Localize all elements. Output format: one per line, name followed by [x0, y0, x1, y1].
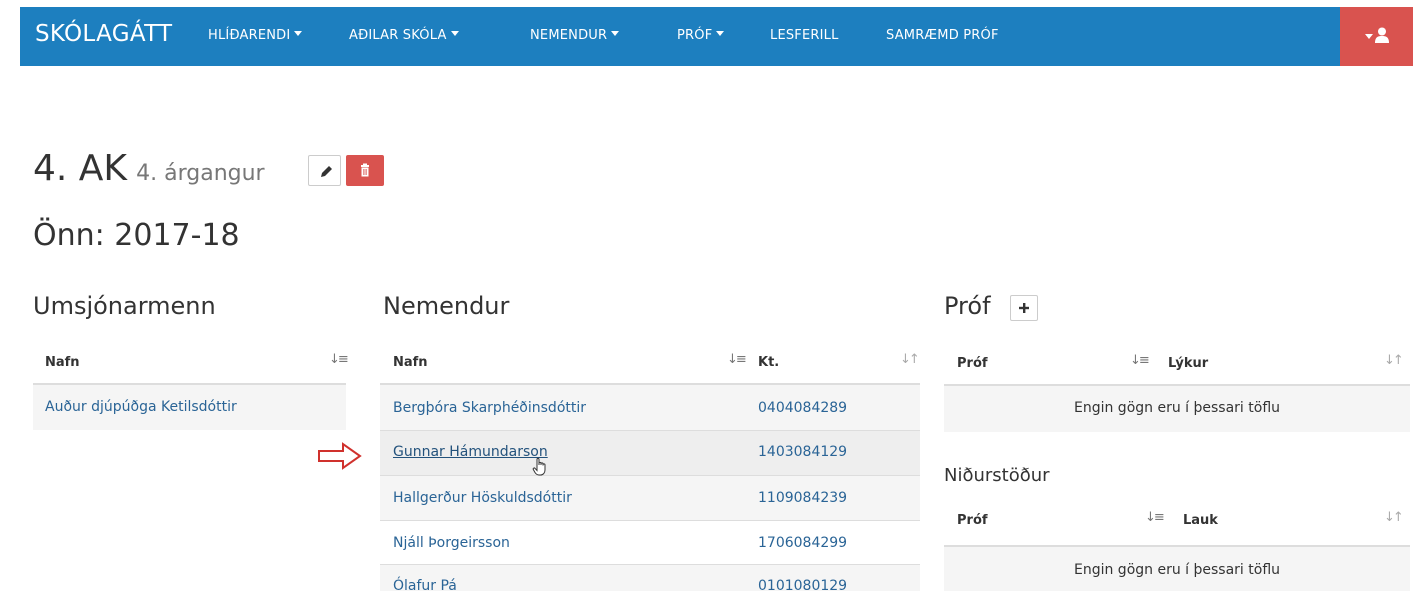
caret-down-icon: [450, 31, 459, 36]
plus-icon: [1019, 303, 1029, 313]
nav-nemendur[interactable]: NEMENDUR: [530, 28, 620, 43]
sort-both-icon[interactable]: ↓↑: [900, 352, 920, 367]
annotation-arrow-icon: [318, 442, 362, 470]
table-row-hover: Gunnar Hámundarson 1403084129: [380, 431, 920, 475]
student-kt[interactable]: 0101080129: [758, 578, 847, 594]
nav-prof-label: PRÓF: [677, 28, 713, 43]
exams-empty-message: Engin gögn eru í þessari töflu: [1073, 400, 1281, 416]
student-name-link[interactable]: Njáll Þorgeirsson: [393, 535, 510, 551]
brand-logo[interactable]: SKÓLAGÁTT: [35, 21, 172, 47]
students-col-name[interactable]: Nafn: [393, 355, 428, 370]
nav-samraemd-prof[interactable]: SAMRÆMD PRÓF: [886, 28, 999, 43]
results-col-finished[interactable]: Lauk: [1183, 513, 1218, 528]
sort-both-icon[interactable]: ↓↑: [1384, 510, 1404, 525]
exams-title: Próf: [944, 292, 991, 320]
student-name-link[interactable]: Bergþóra Skarphéðinsdóttir: [393, 400, 586, 416]
sort-asc-icon[interactable]: ↓≡: [727, 352, 747, 367]
sort-asc-icon[interactable]: ↓≡: [329, 352, 349, 367]
class-heading: 4. AK 4. árgangur: [33, 148, 265, 189]
exams-col-exam[interactable]: Próf: [957, 356, 988, 371]
nav-lesferill-label: LESFERILL: [770, 28, 839, 43]
class-name: 4. AK: [33, 148, 128, 189]
exams-col-ends[interactable]: Lýkur: [1168, 356, 1208, 371]
caret-down-icon: [611, 31, 620, 36]
user-menu-button[interactable]: [1340, 7, 1413, 66]
hand-cursor-icon: [532, 457, 546, 476]
student-kt[interactable]: 0404084289: [758, 400, 847, 416]
nav-nemendur-label: NEMENDUR: [530, 28, 608, 43]
student-kt[interactable]: 1706084299: [758, 535, 847, 551]
class-grade: 4. árgangur: [136, 161, 265, 186]
table-row-empty: Engin gögn eru í þessari töflu: [944, 547, 1410, 591]
user-icon: [1375, 27, 1389, 43]
edit-class-button[interactable]: [308, 155, 341, 186]
student-name-link[interactable]: Hallgerður Höskuldsdóttir: [393, 490, 572, 506]
trash-icon: [361, 163, 369, 177]
supervisors-col-name[interactable]: Nafn: [45, 355, 80, 370]
nav-lesferill[interactable]: LESFERILL: [770, 28, 839, 43]
delete-class-button[interactable]: [346, 155, 384, 186]
supervisors-title: Umsjónarmenn: [33, 292, 216, 320]
sort-asc-icon[interactable]: ↓≡: [1130, 353, 1150, 368]
nav-samraemd-prof-label: SAMRÆMD PRÓF: [886, 28, 999, 43]
student-kt[interactable]: 1403084129: [758, 444, 847, 460]
table-row: Ólafur Pá 0101080129: [380, 565, 920, 594]
caret-down-icon: [1365, 34, 1373, 39]
nav-hlidarendi-label: HLÍÐARENDI: [208, 28, 291, 43]
table-row: Hallgerður Höskuldsdóttir 1109084239: [380, 476, 920, 520]
top-navbar: SKÓLAGÁTT HLÍÐARENDI AÐILAR SKÓLA NEMEND…: [20, 7, 1413, 66]
nav-prof[interactable]: PRÓF: [677, 28, 725, 43]
student-name-link[interactable]: Ólafur Pá: [393, 578, 457, 594]
table-row: Bergþóra Skarphéðinsdóttir 0404084289: [380, 385, 920, 430]
caret-down-icon: [716, 31, 725, 36]
table-row-empty: Engin gögn eru í þessari töflu: [944, 386, 1410, 432]
students-title: Nemendur: [383, 292, 510, 320]
sort-both-icon[interactable]: ↓↑: [1384, 353, 1404, 368]
student-name-link[interactable]: Gunnar Hámundarson: [393, 444, 548, 460]
nav-adilar-skola[interactable]: AÐILAR SKÓLA: [349, 28, 459, 43]
student-kt[interactable]: 1109084239: [758, 490, 847, 506]
results-title: Niðurstöður: [944, 465, 1050, 486]
students-col-kt[interactable]: Kt.: [758, 355, 779, 370]
term-heading: Önn: 2017-18: [33, 218, 240, 253]
pencil-icon: [321, 166, 332, 177]
sort-asc-icon[interactable]: ↓≡: [1145, 510, 1165, 525]
nav-hlidarendi[interactable]: HLÍÐARENDI: [208, 28, 303, 43]
nav-adilar-skola-label: AÐILAR SKÓLA: [349, 28, 447, 43]
table-row: Njáll Þorgeirsson 1706084299: [380, 521, 920, 564]
caret-down-icon: [294, 31, 303, 36]
supervisor-link[interactable]: Auður djúpúðga Ketilsdóttir: [45, 399, 237, 415]
results-empty-message: Engin gögn eru í þessari töflu: [1073, 562, 1281, 578]
add-exam-button[interactable]: [1010, 295, 1038, 321]
results-col-exam[interactable]: Próf: [957, 513, 988, 528]
table-row: Auður djúpúðga Ketilsdóttir: [33, 385, 346, 430]
